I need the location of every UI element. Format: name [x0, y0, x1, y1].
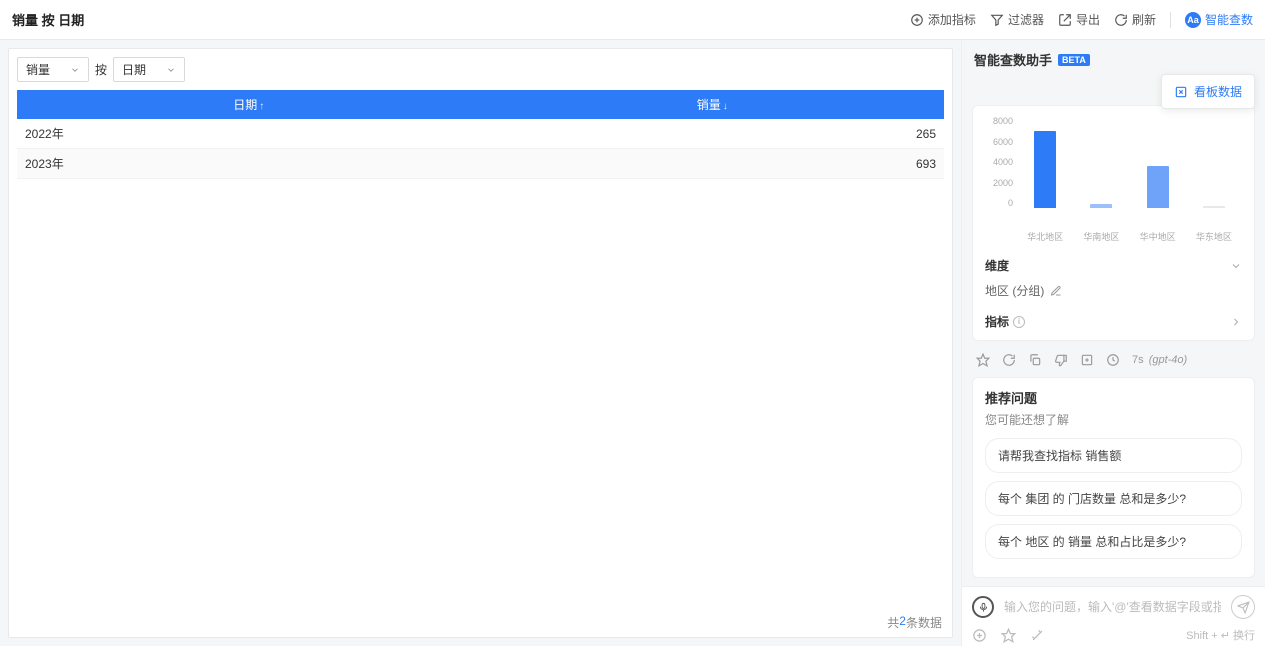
chart-bar[interactable] [1090, 204, 1112, 208]
table-footer: 共2条数据 [17, 608, 944, 633]
plus-circle-icon [910, 13, 924, 27]
model-text: (gpt-4o) [1149, 354, 1188, 366]
export-label: 导出 [1076, 11, 1100, 28]
clock-icon [1106, 353, 1120, 367]
metric-section-label: 指标 [985, 313, 1009, 330]
divider [1170, 12, 1171, 28]
copy-icon[interactable] [1028, 353, 1042, 367]
suggestions-subtitle: 您可能还想了解 [985, 411, 1242, 428]
filter-label: 过滤器 [1008, 11, 1044, 28]
cell-value: 265 [481, 119, 945, 149]
table-row[interactable]: 2023年693 [17, 149, 944, 179]
header-actions: 添加指标 过滤器 导出 刷新 Aa 智能查数 [910, 11, 1253, 28]
chart-bar[interactable] [1147, 166, 1169, 208]
send-button[interactable] [1231, 595, 1255, 619]
retry-icon[interactable] [1002, 353, 1016, 367]
filter-button[interactable]: 过滤器 [990, 11, 1044, 28]
beta-badge: BETA [1058, 54, 1090, 66]
suggestion-item[interactable]: 每个 地区 的 销量 总和占比是多少? [985, 524, 1242, 559]
cell-date: 2022年 [17, 119, 481, 149]
assistant-title: 智能查数助手 [974, 50, 1052, 69]
brand-button[interactable]: Aa 智能查数 [1185, 11, 1253, 28]
chart-xtick: 华南地区 [1081, 230, 1121, 243]
dimension-value: 地区 (分组) [985, 282, 1044, 299]
col-header-date[interactable]: 日期↑ [17, 90, 481, 119]
close-square-icon [1174, 85, 1188, 99]
refresh-label: 刷新 [1132, 11, 1156, 28]
edit-icon[interactable] [1050, 285, 1062, 297]
dimension-select[interactable]: 日期 [113, 57, 185, 82]
input-zone: Shift + ↵ 换行 [962, 586, 1265, 646]
voice-icon [978, 602, 989, 613]
suggestion-item[interactable]: 请帮我查找指标 销售额 [985, 438, 1242, 473]
by-word: 按 [95, 61, 107, 78]
page-title: 销量 按 日期 [12, 10, 84, 29]
info-icon[interactable]: i [1013, 316, 1025, 328]
cell-date: 2023年 [17, 149, 481, 179]
chevron-down-icon[interactable] [1230, 260, 1242, 272]
kanban-label: 看板数据 [1194, 83, 1242, 100]
voice-button[interactable] [972, 596, 994, 618]
cell-value: 693 [481, 149, 945, 179]
chevron-right-icon[interactable] [1230, 316, 1242, 328]
chart-yaxis: 80006000400020000 [985, 116, 1015, 208]
refresh-button[interactable]: 刷新 [1114, 11, 1156, 28]
chart-xtick: 华东地区 [1194, 230, 1234, 243]
star-icon[interactable] [976, 353, 990, 367]
question-input[interactable] [1004, 600, 1221, 614]
add-metric-label: 添加指标 [928, 11, 976, 28]
kanban-data-button[interactable]: 看板数据 [1161, 74, 1255, 109]
suggestions-card: 推荐问题 您可能还想了解 请帮我查找指标 销售额每个 集团 的 门店数量 总和是… [972, 377, 1255, 578]
filter-icon [990, 13, 1004, 27]
refresh-icon [1114, 13, 1128, 27]
metric-select-value: 销量 [26, 61, 50, 78]
shortcut-hint: Shift + ↵ 换行 [1186, 627, 1255, 643]
data-table: 日期↑ 销量↓ 2022年2652023年693 [17, 90, 944, 179]
suggestions-title: 推荐问题 [985, 388, 1242, 407]
fav-star-icon[interactable] [1001, 628, 1016, 643]
chart-card: 80006000400020000 华北地区 华南地区 华中地区 华东地区 维度 地区… [972, 105, 1255, 341]
brand-icon: Aa [1185, 12, 1201, 28]
attach-plus-icon[interactable] [972, 628, 987, 643]
result-actions: 7s (gpt-4o) [962, 349, 1265, 377]
main-panel: 销量 按 日期 日期↑ 销量↓ [0, 40, 961, 646]
export-button[interactable]: 导出 [1058, 11, 1100, 28]
thumbs-down-icon[interactable] [1054, 353, 1068, 367]
timing-text: 7s [1132, 354, 1144, 366]
chart-plot [1017, 116, 1242, 208]
export-icon [1058, 13, 1072, 27]
suggestion-item[interactable]: 每个 集团 的 门店数量 总和是多少? [985, 481, 1242, 516]
chart-bar[interactable] [1203, 206, 1225, 208]
assistant-panel: 智能查数助手 BETA 看板数据 80006000400020000 华北地区华… [961, 40, 1265, 646]
share-icon[interactable] [1080, 353, 1094, 367]
dimension-section-label: 维度 [985, 257, 1009, 274]
header: 销量 按 日期 添加指标 过滤器 导出 刷新 Aa 智能查数 [0, 0, 1265, 40]
chart-xtick: 华中地区 [1138, 230, 1178, 243]
add-metric-button[interactable]: 添加指标 [910, 11, 976, 28]
chevron-down-icon [70, 65, 80, 75]
col-header-value[interactable]: 销量↓ [481, 90, 945, 119]
table-row[interactable]: 2022年265 [17, 119, 944, 149]
chevron-down-icon [166, 65, 176, 75]
metric-select[interactable]: 销量 [17, 57, 89, 82]
chart-bar[interactable] [1034, 131, 1056, 208]
send-icon [1237, 601, 1250, 614]
brand-label: 智能查数 [1205, 11, 1253, 28]
chart-xtick: 华北地区 [1025, 230, 1065, 243]
dimension-select-value: 日期 [122, 61, 146, 78]
chart-xaxis: 华北地区 华南地区 华中地区 华东地区 [1017, 230, 1242, 243]
magic-icon[interactable] [1030, 628, 1045, 643]
